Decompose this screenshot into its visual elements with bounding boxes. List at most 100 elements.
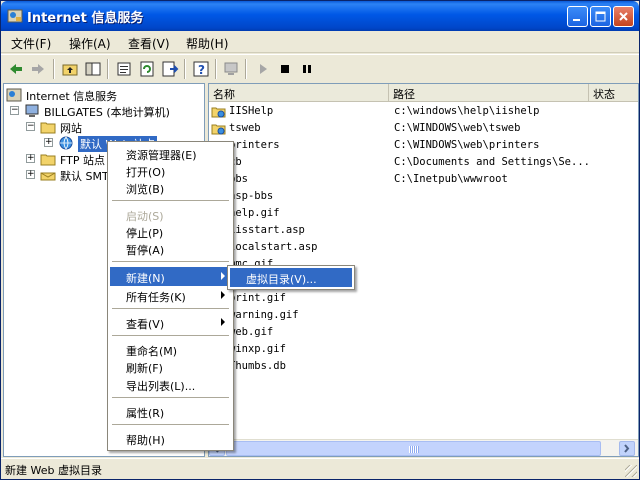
column-header-path[interactable]: 路径 <box>389 84 589 102</box>
menu-bar: 文件(F) 操作(A) 查看(V) 帮助(H) <box>1 31 639 53</box>
tree-ftp-label: FTP 站点 <box>60 154 105 167</box>
list-item-name: warning.gif <box>229 309 299 321</box>
list-item-name: Thumbs.db <box>229 360 286 372</box>
ctx-new[interactable]: 新建(N) <box>110 267 231 286</box>
list-item-name: tsweb <box>229 122 261 134</box>
list-item-path: C:\WINDOWS\web\printers <box>394 139 540 151</box>
list-item[interactable]: tsweb C:\WINDOWS\web\tsweb <box>209 120 638 137</box>
expand-icon[interactable]: + <box>26 170 35 179</box>
list-item[interactable]: bbs C:\Inetpub\wwwroot <box>209 171 638 188</box>
ctx-all-tasks[interactable]: 所有任务(K) <box>110 286 231 305</box>
title-bar[interactable]: Internet 信息服务 <box>1 1 639 31</box>
column-header-status[interactable]: 状态 <box>589 84 638 102</box>
minimize-button[interactable] <box>567 6 588 27</box>
list-item-name: print.gif <box>229 292 286 304</box>
status-text: 新建 Web 虚拟目录 <box>5 464 102 477</box>
close-button[interactable] <box>613 6 634 27</box>
ctx-pause[interactable]: 暂停(A) <box>110 239 231 258</box>
smtp-icon <box>40 172 56 181</box>
export-list-icon[interactable] <box>161 60 179 78</box>
maximize-button[interactable] <box>590 6 611 27</box>
list-item-name: IISHelp <box>229 105 274 117</box>
submenu-arrow-icon <box>221 272 225 280</box>
list-item[interactable]: iisstart.asp <box>209 222 638 239</box>
start-icon[interactable] <box>254 60 272 78</box>
collapse-icon[interactable]: − <box>26 122 35 131</box>
ctx-help[interactable]: 帮助(H) <box>110 429 231 448</box>
list-item[interactable]: printers C:\WINDOWS\web\printers <box>209 137 638 154</box>
app-window: Internet 信息服务 文件(F) 操作(A) 查看(V) 帮助(H) ? … <box>0 0 640 480</box>
list-item[interactable]: Thumbs.db <box>209 358 638 375</box>
help-icon[interactable]: ? <box>192 60 210 78</box>
properties-icon[interactable] <box>115 60 133 78</box>
list-item-name: asp-bbs <box>229 190 274 202</box>
column-header-name[interactable]: 名称 <box>209 84 389 102</box>
minimize-icon <box>573 19 580 21</box>
menu-action[interactable]: 操作(A) <box>69 35 111 52</box>
close-icon <box>619 12 628 21</box>
submenu-arrow-icon <box>221 318 225 326</box>
list-item[interactable]: warning.gif <box>209 307 638 324</box>
pause-icon[interactable] <box>298 60 316 78</box>
tree-websites-label: 网站 <box>60 122 82 135</box>
list-item-path: c:\windows\help\iishelp <box>394 105 540 117</box>
stop-icon[interactable] <box>276 60 294 78</box>
up-folder-icon[interactable] <box>61 60 79 78</box>
scroll-thumb[interactable] <box>226 441 601 456</box>
submenu-arrow-icon <box>221 291 225 299</box>
submenu-virtual-directory[interactable]: 虚拟目录(V)... <box>230 268 352 287</box>
list-item[interactable]: winxp.gif <box>209 341 638 358</box>
forward-arrow-icon[interactable] <box>29 60 47 78</box>
folder-icon <box>40 154 56 166</box>
horizontal-scrollbar[interactable] <box>209 439 638 456</box>
list-item-name: printers <box>229 139 280 151</box>
tree-root-label: Internet 信息服务 <box>26 90 118 103</box>
list-item-path: C:\WINDOWS\web\tsweb <box>394 122 521 134</box>
maximize-icon <box>595 11 606 22</box>
list-item-path: C:\Inetpub\wwwroot <box>394 173 508 185</box>
context-menu: 资源管理器(E) 打开(O) 浏览(B) 启动(S) 停止(P) 暂停(A) 新… <box>107 141 234 451</box>
ctx-export-list[interactable]: 导出列表(L)... <box>110 375 231 394</box>
iis-root-icon <box>6 88 22 102</box>
status-bar: 新建 Web 虚拟目录 <box>1 458 639 479</box>
menu-view[interactable]: 查看(V) <box>128 35 170 52</box>
refresh-icon[interactable] <box>138 60 156 78</box>
ctx-view[interactable]: 查看(V) <box>110 313 231 332</box>
list-item[interactable]: print.gif <box>209 290 638 307</box>
menu-file[interactable]: 文件(F) <box>11 35 51 52</box>
iis-app-icon <box>7 8 23 24</box>
svg-text:?: ? <box>198 63 205 77</box>
list-item-name: iisstart.asp <box>229 224 305 236</box>
scroll-right-button[interactable] <box>619 441 635 456</box>
list-header: 名称 路径 状态 <box>209 84 638 102</box>
list-item-name: winxp.gif <box>229 343 286 355</box>
computer-icon[interactable] <box>222 60 240 78</box>
scroll-right-icon <box>624 444 630 453</box>
list-item[interactable]: cb C:\Documents and Settings\Se... <box>209 154 638 171</box>
list-item[interactable]: web.gif <box>209 324 638 341</box>
back-arrow-icon[interactable] <box>7 60 25 78</box>
list-item-name: localstart.asp <box>229 241 318 253</box>
resize-grip-icon[interactable] <box>625 465 637 477</box>
list-item[interactable]: asp-bbs <box>209 188 638 205</box>
list-item-name: help.gif <box>229 207 280 219</box>
list-item[interactable]: help.gif <box>209 205 638 222</box>
ctx-refresh[interactable]: 刷新(F) <box>110 357 231 376</box>
list-item[interactable]: localstart.asp <box>209 239 638 256</box>
ctx-browse[interactable]: 浏览(B) <box>110 178 231 197</box>
toolbar: ? <box>1 54 639 82</box>
menu-help[interactable]: 帮助(H) <box>186 35 228 52</box>
collapse-icon[interactable]: − <box>10 106 19 115</box>
new-submenu: 虚拟目录(V)... <box>227 265 355 290</box>
expand-icon[interactable]: + <box>26 154 35 163</box>
list-item[interactable]: IISHelp c:\windows\help\iishelp <box>209 103 638 120</box>
ctx-properties[interactable]: 属性(R) <box>110 402 231 421</box>
show-tree-icon[interactable] <box>84 60 102 78</box>
folder-icon <box>40 122 56 134</box>
globe-icon <box>59 136 73 150</box>
window-title: Internet 信息服务 <box>27 11 144 26</box>
expand-icon[interactable]: + <box>44 138 53 147</box>
computer-node-icon <box>25 104 39 117</box>
virtual-dir-icon <box>211 121 226 136</box>
list-item-name: web.gif <box>229 326 274 338</box>
